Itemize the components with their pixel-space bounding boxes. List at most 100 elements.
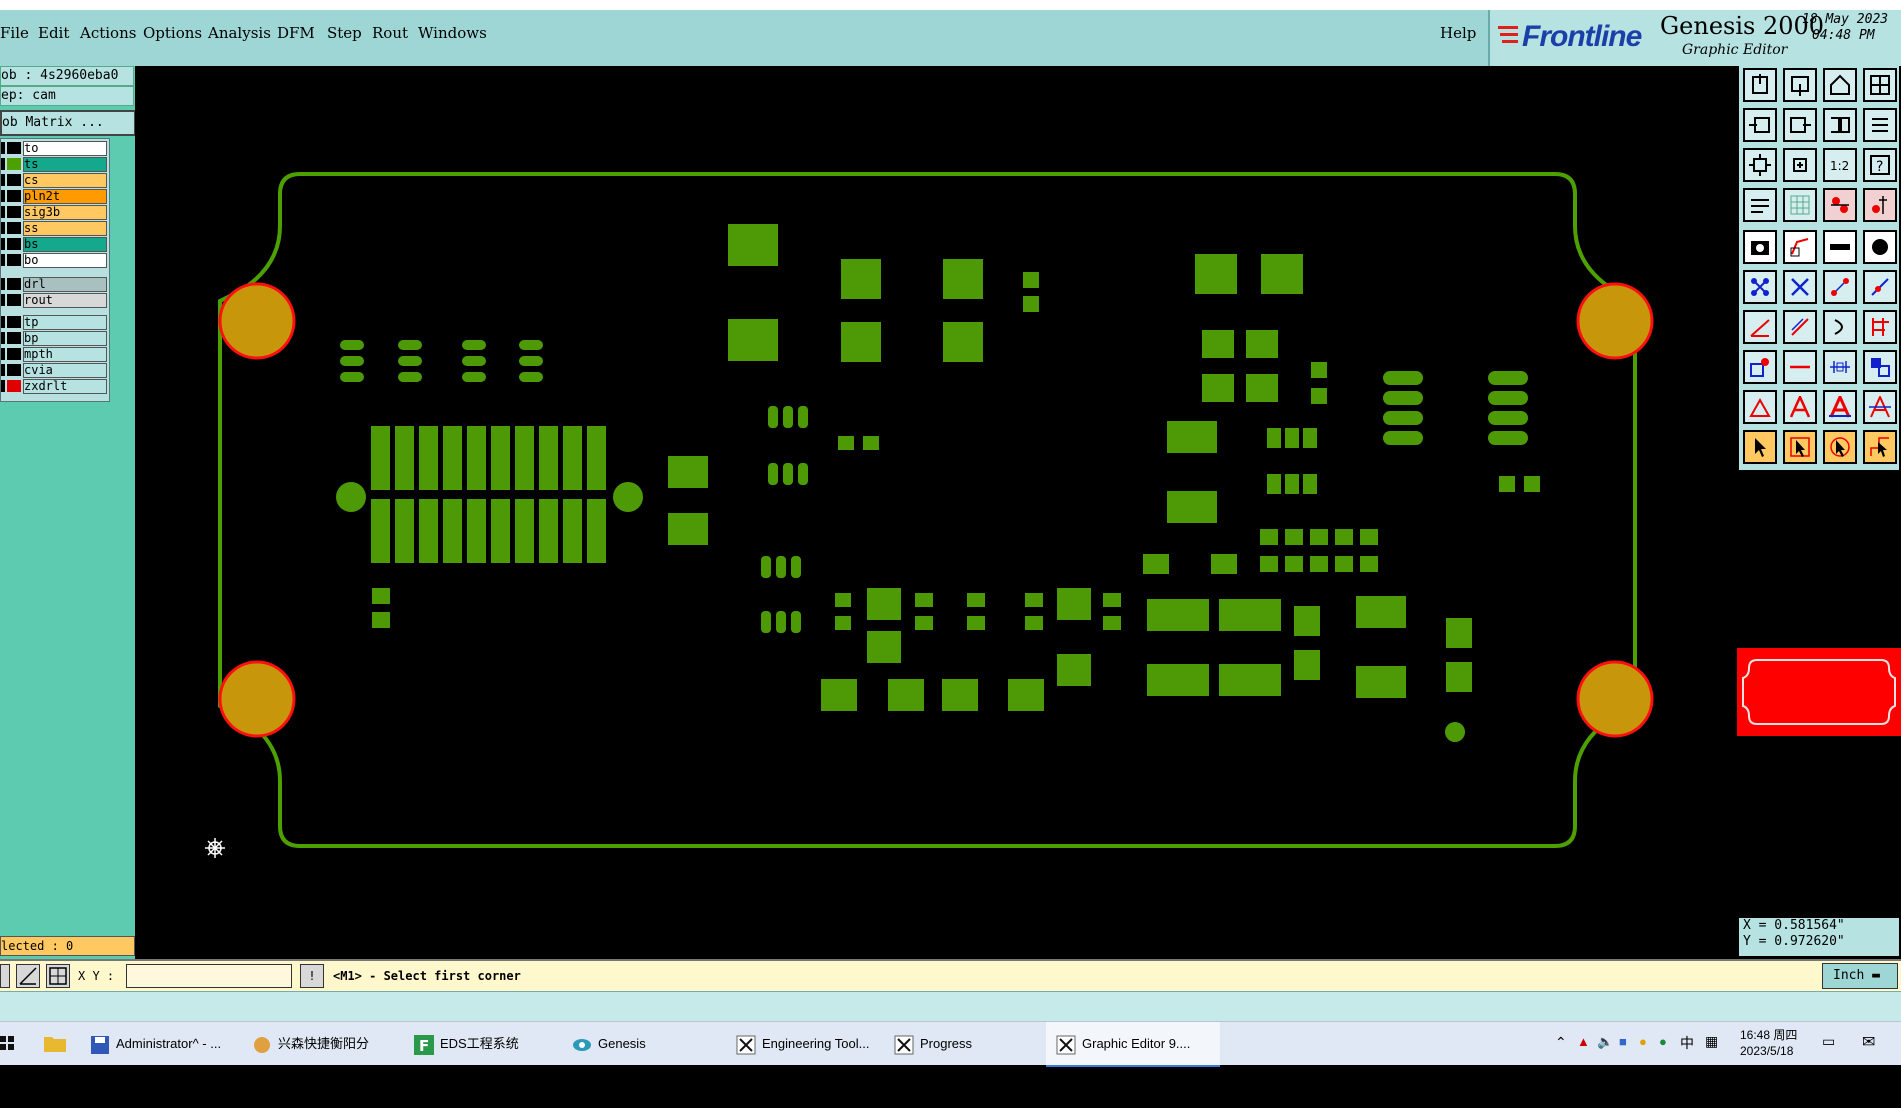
snap-red-icon[interactable]	[1823, 188, 1857, 222]
fit-icon[interactable]	[1743, 148, 1777, 182]
scale-1-2-icon[interactable]: 1:2	[1823, 148, 1857, 182]
select-multi-icon[interactable]	[1863, 430, 1897, 464]
snap-mode-icon[interactable]	[1863, 188, 1897, 222]
text-icon[interactable]	[1783, 390, 1817, 424]
ruler-icon[interactable]	[1823, 230, 1857, 264]
angle-icon[interactable]	[1743, 310, 1777, 344]
menu-file[interactable]: File	[0, 24, 29, 42]
layer-row[interactable]: bo	[1, 253, 109, 268]
chevron-up-icon[interactable]: ⌃	[1555, 1034, 1567, 1051]
task-genesis[interactable]: Genesis	[572, 1022, 712, 1065]
zoom-home-icon[interactable]	[1743, 68, 1777, 102]
line-node-icon[interactable]	[1823, 270, 1857, 304]
redraw-icon[interactable]	[1863, 108, 1897, 142]
layer-row[interactable]: sig3b	[1, 205, 109, 220]
layer-row[interactable]: pln2t	[1, 189, 109, 204]
layer-row[interactable]: mpth	[1, 347, 109, 362]
menu-options[interactable]: Options	[143, 24, 202, 42]
menu-actions[interactable]: Actions	[80, 24, 136, 42]
pan-right-icon[interactable]	[1783, 108, 1817, 142]
shape-edit-icon[interactable]	[1783, 230, 1817, 264]
x-window-icon	[894, 1035, 914, 1055]
info-toggle-icon[interactable]: !	[300, 964, 324, 988]
shield-icon[interactable]: ■	[1619, 1034, 1627, 1049]
select-area-icon[interactable]	[1783, 430, 1817, 464]
net-icon[interactable]	[1743, 270, 1777, 304]
task-progress[interactable]: Progress	[894, 1022, 1024, 1065]
help-icon[interactable]: ?	[1863, 148, 1897, 182]
pan-left-icon[interactable]	[1743, 108, 1777, 142]
line-add-icon[interactable]	[1863, 270, 1897, 304]
menu-step[interactable]: Step	[327, 24, 362, 42]
settings-icon[interactable]	[1743, 188, 1777, 222]
clock-date[interactable]: 2023/5/18	[1740, 1044, 1793, 1058]
mirror-icon[interactable]	[1823, 108, 1857, 142]
status-dot-icon[interactable]: ●	[1639, 1034, 1647, 1049]
menu-rout[interactable]: Rout	[372, 24, 408, 42]
layer-row[interactable]: cs	[1, 173, 109, 188]
layer-preview[interactable]	[1737, 648, 1901, 736]
zoom-down-icon[interactable]	[1783, 68, 1817, 102]
svg-text:?: ?	[1876, 159, 1883, 175]
pcb-board-view[interactable]	[135, 66, 1737, 959]
measure-distance-icon[interactable]	[1823, 350, 1857, 384]
text-bold-icon[interactable]	[1823, 390, 1857, 424]
layer-name: tp	[23, 315, 107, 330]
task-graphic-editor[interactable]: Graphic Editor 9....	[1046, 1022, 1220, 1067]
split-window-icon[interactable]	[1863, 68, 1897, 102]
grid-snap-icon[interactable]	[46, 964, 70, 988]
menu-windows[interactable]: Windows	[418, 24, 487, 42]
task-administrator[interactable]: Administrator^ - ...	[90, 1022, 240, 1065]
volume-icon[interactable]: 🔈	[1597, 1034, 1613, 1050]
task-eds[interactable]: F EDS工程系统	[414, 1022, 544, 1065]
edit-graph-icon[interactable]	[16, 964, 40, 988]
layer-row[interactable]: bp	[1, 331, 109, 346]
xy-input[interactable]	[126, 964, 292, 988]
select-polygon-icon[interactable]	[1823, 430, 1857, 464]
select-pointer-icon[interactable]	[1743, 430, 1777, 464]
zoom-in-icon[interactable]	[1783, 148, 1817, 182]
file-explorer-button[interactable]	[44, 1022, 68, 1065]
layer-row[interactable]: cvia	[1, 363, 109, 378]
layer-row[interactable]: zxdrlt	[1, 379, 109, 394]
layer-row[interactable]: tp	[1, 315, 109, 330]
cross-icon[interactable]	[1783, 270, 1817, 304]
layer-row[interactable]: rout	[1, 293, 109, 308]
home-icon[interactable]	[1823, 68, 1857, 102]
notification-icon[interactable]: ✉	[1862, 1032, 1875, 1052]
move-node-icon[interactable]	[1743, 350, 1777, 384]
start-button[interactable]	[0, 1022, 18, 1065]
menu-dfm[interactable]: DFM	[277, 24, 315, 42]
pad-icon[interactable]	[1863, 230, 1897, 264]
text-edit-icon[interactable]	[1863, 390, 1897, 424]
arc-icon[interactable]	[1823, 310, 1857, 344]
horizontal-line-icon[interactable]	[1783, 350, 1817, 384]
unit-selector[interactable]: Inch ▬	[1822, 963, 1898, 989]
layer-row[interactable]: ts	[1, 157, 109, 172]
graphic-canvas[interactable]	[135, 66, 1737, 959]
grid-icon[interactable]	[1783, 188, 1817, 222]
desktop-icon[interactable]: ▭	[1822, 1033, 1835, 1050]
cmd-button[interactable]	[0, 964, 10, 988]
slant-line-icon[interactable]	[1783, 310, 1817, 344]
task-engineering-tool[interactable]: Engineering Tool...	[736, 1022, 882, 1065]
layer-name: ss	[23, 221, 107, 236]
keyboard-grid-icon[interactable]: ▦	[1705, 1033, 1718, 1050]
layer-row[interactable]: drl	[1, 277, 109, 292]
clock-time[interactable]: 16:48 周四	[1740, 1026, 1797, 1043]
ime-indicator[interactable]: 中	[1680, 1033, 1694, 1053]
group-icon[interactable]	[1863, 350, 1897, 384]
task-xingsen[interactable]: 兴森快捷衡阳分公...	[252, 1022, 392, 1094]
menu-analysis[interactable]: Analysis	[208, 24, 271, 42]
layer-row[interactable]: to	[1, 141, 109, 156]
align-icon[interactable]	[1863, 310, 1897, 344]
network-icon[interactable]: ▲	[1577, 1034, 1590, 1049]
camera-icon[interactable]	[1743, 230, 1777, 264]
layer-row[interactable]: ss	[1, 221, 109, 236]
menu-help[interactable]: Help	[1440, 24, 1476, 42]
job-matrix-button[interactable]: ob Matrix ...	[0, 110, 136, 136]
menu-edit[interactable]: Edit	[38, 24, 69, 42]
layer-row[interactable]: bs	[1, 237, 109, 252]
app-tray-icon[interactable]: ●	[1659, 1034, 1667, 1049]
text-small-icon[interactable]	[1743, 390, 1777, 424]
